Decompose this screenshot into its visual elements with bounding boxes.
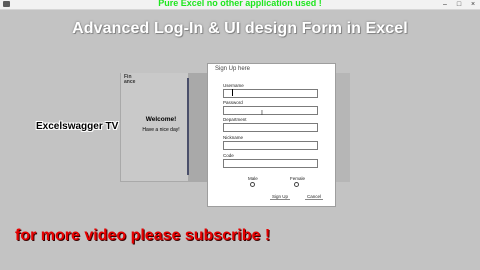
welcome-subtitle: Have a nice day! [142,127,180,133]
female-radio[interactable] [294,182,299,187]
cancel-button[interactable]: Cancel [305,194,324,200]
code-label: Code [223,153,234,158]
backdrop-panel-edge [336,73,350,182]
form-title: Sign Up here [215,66,251,72]
nickname-field[interactable] [223,141,318,150]
text-cursor [232,89,233,96]
username-label: Username [223,83,244,88]
panel-divider [187,78,189,175]
department-label: Department [223,117,247,122]
male-option-label: Male [248,176,258,181]
username-field[interactable] [223,89,318,98]
password-field[interactable] [223,106,318,115]
channel-name: Excelswagger TV [36,121,119,132]
department-field[interactable] [223,123,318,132]
signup-button[interactable]: Sign Up [270,194,291,200]
logo-line-2: ance [124,79,136,85]
overlay-banner: Pure Excel no other application used ! [158,0,322,8]
welcome-title: Welcome! [145,116,177,123]
video-headline: Advanced Log-In & UI design Form in Exce… [72,20,408,37]
ibeam-cursor-icon: I [261,110,263,117]
finance-logo: Fin ance [124,75,135,85]
nickname-label: Nickname [223,135,244,140]
female-option-label: Female [290,176,306,181]
subscribe-caption: for more video please subscribe ! [15,227,271,244]
code-field[interactable] [223,159,318,168]
password-label: Password [223,100,243,105]
male-radio[interactable] [250,182,255,187]
